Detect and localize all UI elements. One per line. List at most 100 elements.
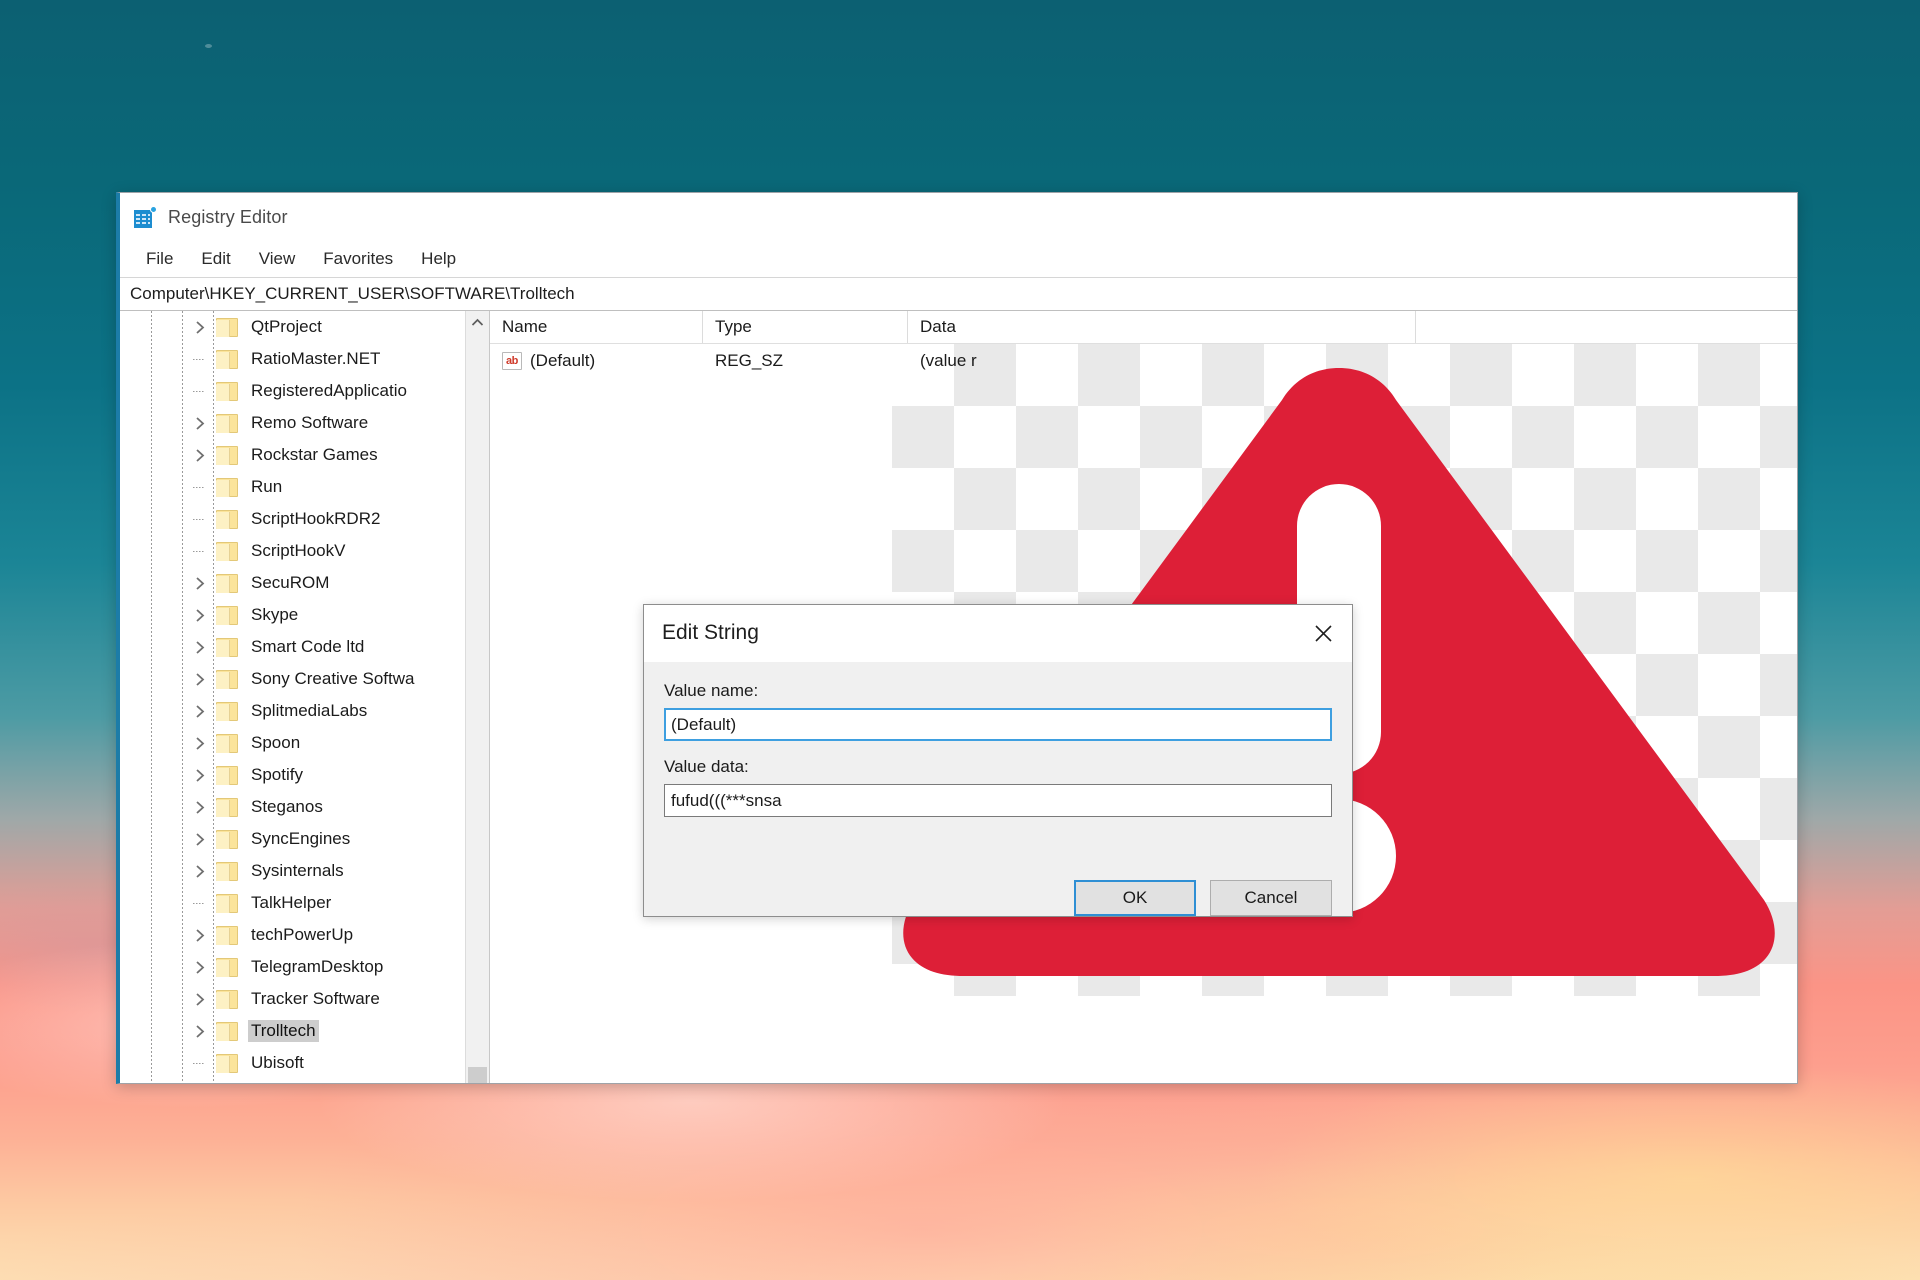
folder-icon (216, 925, 238, 945)
folder-icon (216, 765, 238, 785)
tree-connector (192, 1055, 208, 1071)
dialog-buttons: OK Cancel (644, 874, 1352, 916)
tree-item-telegramdesktop[interactable]: TelegramDesktop (120, 951, 465, 983)
tree-item-splitmedialabs[interactable]: SplitmediaLabs (120, 695, 465, 727)
address-bar[interactable]: Computer\HKEY_CURRENT_USER\SOFTWARE\Trol… (120, 277, 1797, 311)
scrollbar-thumb[interactable] (468, 1067, 487, 1083)
registry-editor-window: Registry Editor File Edit View Favorites… (116, 192, 1798, 1084)
tree-item-run[interactable]: Run (120, 471, 465, 503)
tree-item-remo-software[interactable]: Remo Software (120, 407, 465, 439)
folder-icon (216, 1053, 238, 1073)
tree-item-talkhelper[interactable]: TalkHelper (120, 887, 465, 919)
column-header-data[interactable]: Data (908, 311, 1416, 343)
chevron-right-icon[interactable] (192, 767, 208, 783)
tree-item-syncengines[interactable]: SyncEngines (120, 823, 465, 855)
value-name-cell: ab (Default) (490, 351, 703, 371)
chevron-right-icon[interactable] (192, 447, 208, 463)
tree-item-label: Spotify (251, 765, 303, 784)
tree-item-steganos[interactable]: Steganos (120, 791, 465, 823)
chevron-right-icon[interactable] (192, 575, 208, 591)
chevron-right-icon[interactable] (192, 959, 208, 975)
chevron-right-icon[interactable] (192, 703, 208, 719)
tree-item-sysinternals[interactable]: Sysinternals (120, 855, 465, 887)
column-header-type[interactable]: Type (703, 311, 908, 343)
folder-icon (216, 861, 238, 881)
scroll-up-icon[interactable] (466, 311, 489, 333)
tree-connector (192, 351, 208, 367)
chevron-right-icon[interactable] (192, 415, 208, 431)
folder-icon (216, 701, 238, 721)
menu-favorites[interactable]: Favorites (309, 246, 407, 272)
chevron-right-icon[interactable] (192, 799, 208, 815)
tree-item-spoon[interactable]: Spoon (120, 727, 465, 759)
dialog-title: Edit String (662, 621, 759, 644)
window-title: Registry Editor (168, 206, 288, 227)
tree-item-label: SecuROM (251, 573, 330, 592)
tree-item-rockstar-games[interactable]: Rockstar Games (120, 439, 465, 471)
folder-icon (216, 509, 238, 529)
tree-item-ratiomaster-net[interactable]: RatioMaster.NET (120, 343, 465, 375)
folder-icon (216, 541, 238, 561)
tree-item-registeredapplicatio[interactable]: RegisteredApplicatio (120, 375, 465, 407)
edit-string-dialog: Edit String Value name: (Default) Value … (643, 604, 1353, 917)
tree-item-label: Skype (251, 605, 299, 624)
registry-editor-icon (134, 206, 157, 228)
chevron-right-icon[interactable] (192, 607, 208, 623)
folder-icon (216, 477, 238, 497)
tree-connector (192, 543, 208, 559)
tree-item-label: Sony Creative Softwa (251, 669, 415, 688)
tree-item-label: SplitmediaLabs (251, 701, 368, 720)
chevron-right-icon[interactable] (192, 863, 208, 879)
folder-icon (216, 317, 238, 337)
cancel-button[interactable]: Cancel (1210, 880, 1332, 916)
chevron-right-icon[interactable] (192, 1023, 208, 1039)
value-data-cell: (value r (920, 351, 977, 370)
menu-help[interactable]: Help (407, 246, 470, 272)
menu-edit[interactable]: Edit (187, 246, 244, 272)
chevron-right-icon[interactable] (192, 671, 208, 687)
close-icon[interactable] (1294, 605, 1352, 661)
tree-item-label: TalkHelper (251, 893, 332, 912)
tree-item-label: techPowerUp (251, 925, 354, 944)
menu-view[interactable]: View (245, 246, 310, 272)
tree-item-spotify[interactable]: Spotify (120, 759, 465, 791)
table-row[interactable]: ab (Default) REG_SZ (value r (490, 344, 1797, 378)
chevron-right-icon[interactable] (192, 927, 208, 943)
column-header-name[interactable]: Name (490, 311, 703, 343)
chevron-right-icon[interactable] (192, 991, 208, 1007)
value-type-cell: REG_SZ (715, 351, 784, 370)
chevron-right-icon[interactable] (192, 639, 208, 655)
tree-item-smart-code-ltd[interactable]: Smart Code ltd (120, 631, 465, 663)
tree-item-trolltech[interactable]: Trolltech (120, 1015, 465, 1047)
tree-item-label: Run (251, 477, 283, 496)
values-column-headers: Name Type Data (490, 311, 1797, 344)
folder-icon (216, 893, 238, 913)
tree-item-skype[interactable]: Skype (120, 599, 465, 631)
chevron-right-icon[interactable] (192, 831, 208, 847)
chevron-right-icon[interactable] (192, 319, 208, 335)
menu-file[interactable]: File (132, 246, 187, 272)
tree-item-scripthookrdr2[interactable]: ScriptHookRDR2 (120, 503, 465, 535)
tree-item-qtproject[interactable]: QtProject (120, 311, 465, 343)
ok-button[interactable]: OK (1074, 880, 1196, 916)
tree-item-techpowerup[interactable]: techPowerUp (120, 919, 465, 951)
tree-item-tracker-software[interactable]: Tracker Software (120, 983, 465, 1015)
tree-vertical-scrollbar[interactable] (465, 311, 489, 1083)
folder-icon (216, 669, 238, 689)
tree-connector (192, 511, 208, 527)
dialog-body: Value name: (Default) Value data: fufud(… (644, 662, 1352, 874)
folder-icon (216, 381, 238, 401)
tree-item-ubisoft[interactable]: Ubisoft (120, 1047, 465, 1079)
folder-icon (216, 989, 238, 1009)
value-data-input[interactable]: fufud(((***snsa (664, 784, 1332, 817)
value-name-text: (Default) (530, 351, 596, 370)
value-name-input[interactable]: (Default) (664, 708, 1332, 741)
tree-item-label: Sysinternals (251, 861, 344, 880)
tree-item-sony-creative-softwa[interactable]: Sony Creative Softwa (120, 663, 465, 695)
tree-item-securom[interactable]: SecuROM (120, 567, 465, 599)
tree-item-scripthookv[interactable]: ScriptHookV (120, 535, 465, 567)
column-header-filler (1416, 311, 1797, 343)
chevron-right-icon[interactable] (192, 735, 208, 751)
tree-connector (192, 383, 208, 399)
window-titlebar: Registry Editor (120, 193, 1797, 241)
